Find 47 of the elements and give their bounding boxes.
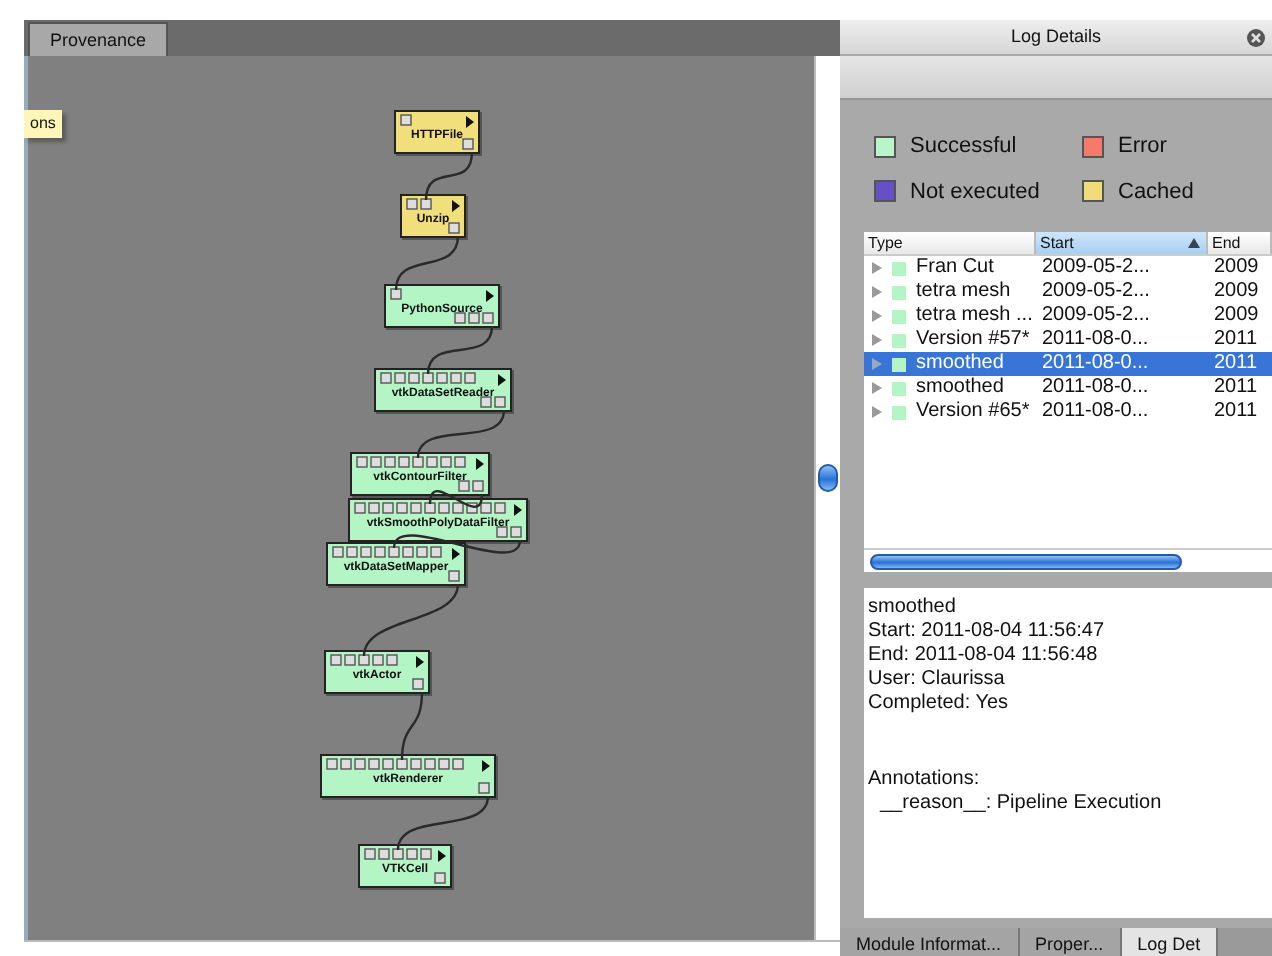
- table-cell-text: 2009-05-2...: [1040, 304, 1152, 328]
- column-header[interactable]: Start: [1036, 232, 1208, 254]
- table-row[interactable]: Version #57* 2011-08-0... 2011: [864, 328, 1272, 352]
- legend-label: Cached: [1118, 177, 1194, 207]
- column-header[interactable]: End: [1208, 232, 1272, 254]
- table-cell-text: 2009-05-2...: [1040, 280, 1152, 304]
- panel-tab[interactable]: Module Informat...: [840, 928, 1020, 956]
- table-cell: tetra mesh ...: [916, 304, 1033, 328]
- table-cell: Version #57*: [916, 328, 1030, 352]
- annotation-line: __reason__: Pipeline Execution: [877, 792, 1164, 816]
- table-cell-text: 2009: [1212, 256, 1261, 280]
- table-cell-text: 2009: [1212, 304, 1261, 328]
- table-cell-text: 2009: [1212, 280, 1261, 304]
- table-cell-text: 2011: [1212, 400, 1260, 424]
- table-cell: Fran Cut: [916, 256, 994, 280]
- panel-tab[interactable]: Proper...: [1019, 928, 1122, 956]
- provenance-tab[interactable]: Provenance: [28, 22, 169, 56]
- panel-tab[interactable]: Log Det: [1121, 928, 1219, 956]
- table-cell-text: 2011: [1212, 328, 1260, 352]
- table-cell-text: 2011: [1212, 352, 1260, 376]
- tooltip: ons: [24, 110, 62, 138]
- detail-line: End: 2011-08-04 11:56:48: [868, 644, 1100, 668]
- table-row[interactable]: smoothed 2011-08-0... 2011: [864, 376, 1272, 400]
- detail-line: smoothed: [868, 596, 958, 620]
- table-cell-text: 2009-05-2...: [1040, 256, 1152, 280]
- legend-label: Not executed: [910, 177, 1040, 207]
- table-cell-text: 2011-08-0...: [1040, 352, 1151, 376]
- table-row[interactable]: Version #65* 2011-08-0... 2011: [864, 400, 1272, 424]
- detail-line: Completed: Yes: [868, 692, 1011, 716]
- table-row[interactable]: Fran Cut 2009-05-2... 2009: [864, 256, 1272, 280]
- table-row[interactable]: tetra mesh ... 2009-05-2... 2009: [864, 304, 1272, 328]
- panel-title: Log Details: [1010, 23, 1102, 50]
- table-cell: smoothed: [916, 352, 1004, 376]
- table-cell: tetra mesh: [916, 280, 1011, 304]
- table-cell-text: 2011-08-0...: [1040, 376, 1151, 400]
- table-cell-text: 2011-08-0...: [1040, 328, 1151, 352]
- table-cell: smoothed: [916, 376, 1004, 400]
- legend-label: Successful: [910, 132, 1017, 162]
- annotations-heading: Annotations:: [868, 768, 982, 792]
- table-cell-text: 2011-08-0...: [1040, 400, 1151, 424]
- detail-line: User: Claurissa: [868, 668, 1007, 692]
- table-row[interactable]: smoothed 2011-08-0... 2011: [864, 352, 1272, 376]
- table-cell-text: 2011: [1212, 376, 1260, 400]
- legend-label: Error: [1118, 132, 1167, 162]
- table-row[interactable]: tetra mesh 2009-05-2... 2009: [864, 280, 1272, 304]
- table-cell: Version #65*: [916, 400, 1030, 424]
- detail-line: Start: 2011-08-04 11:56:47: [868, 620, 1107, 644]
